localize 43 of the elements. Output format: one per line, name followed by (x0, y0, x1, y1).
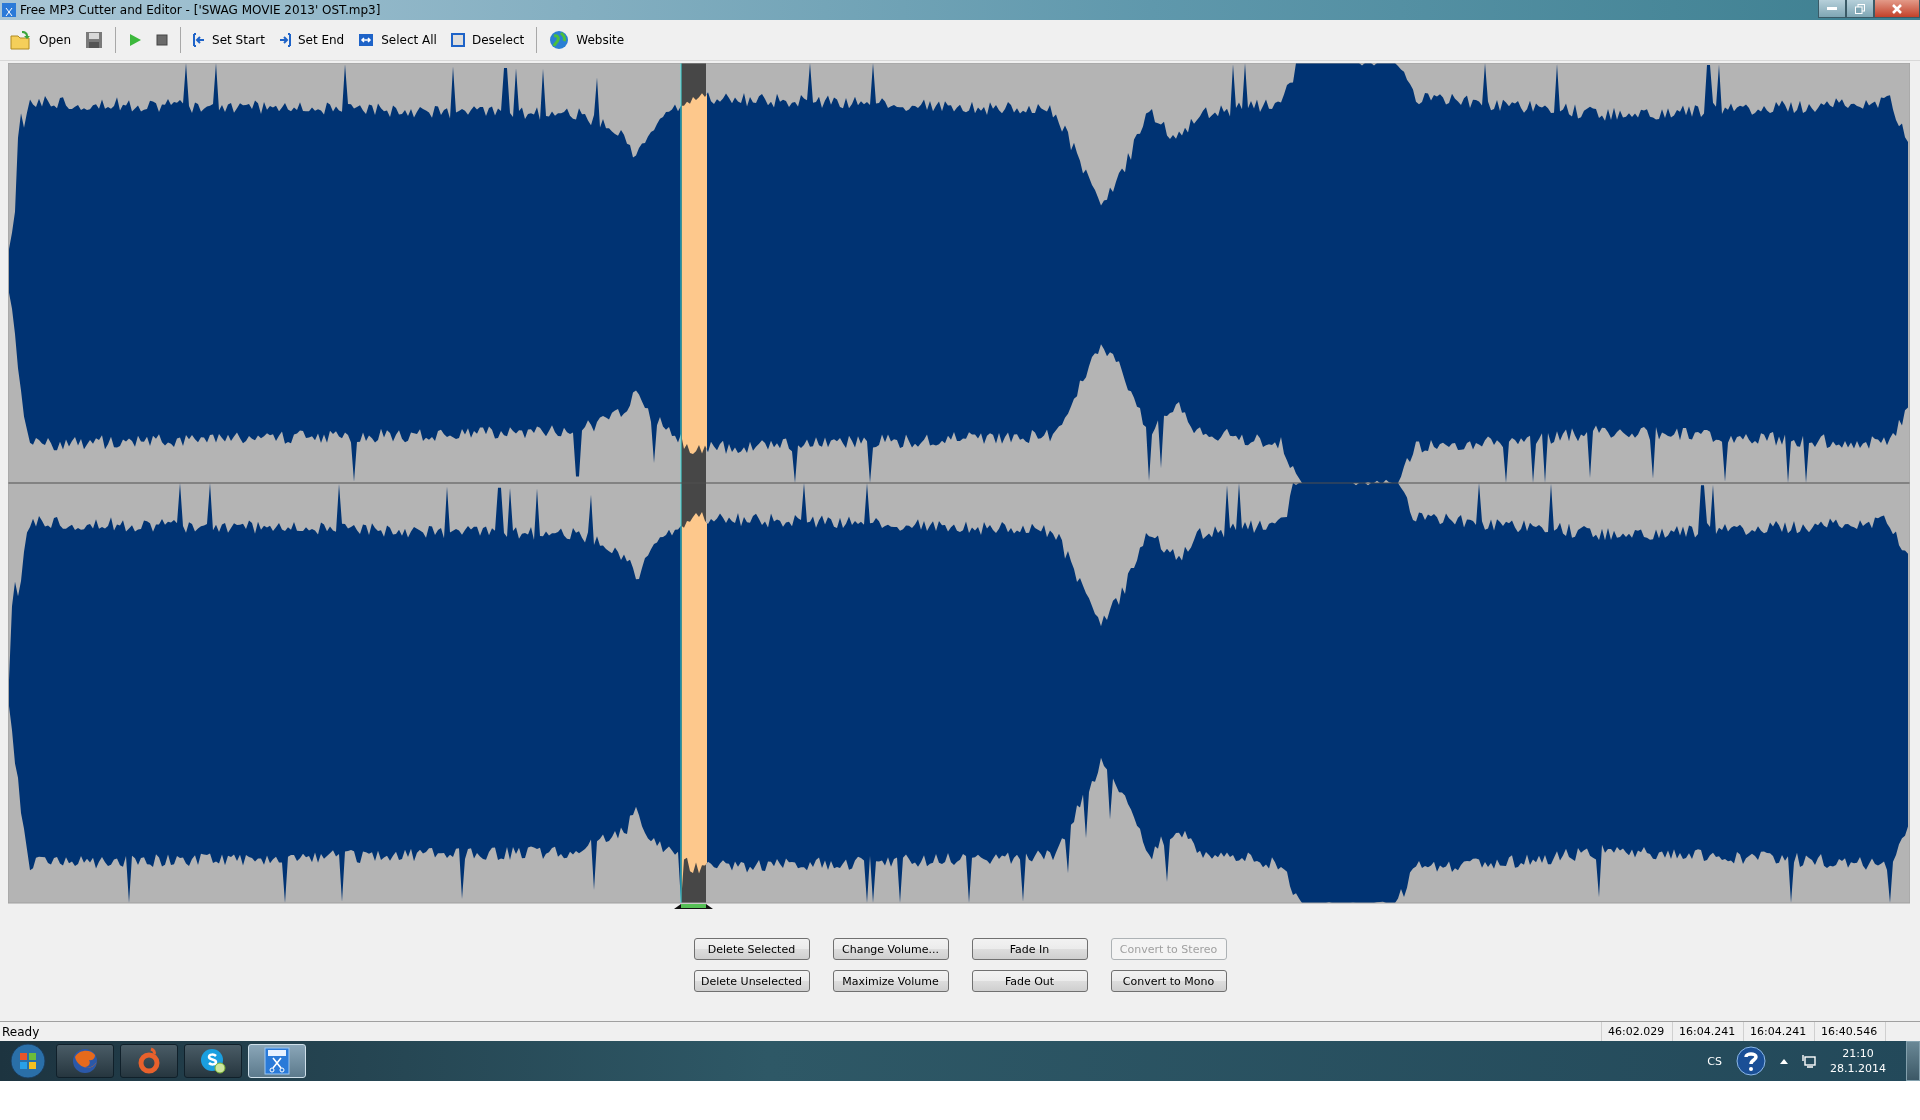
scissors-icon (2, 3, 16, 17)
scissors-icon (264, 1047, 290, 1075)
language-indicator[interactable]: CS (1707, 1054, 1722, 1068)
windows-orb-icon (10, 1043, 46, 1079)
folder-icon (10, 30, 32, 50)
action-button[interactable]: Maximize Volume (832, 970, 949, 992)
toolbar-button[interactable]: Website (543, 27, 631, 53)
action-button[interactable]: Change Volume... (832, 938, 949, 960)
minimize-button[interactable] (1818, 0, 1846, 18)
select-all-icon (358, 33, 375, 47)
restore-icon (1855, 3, 1865, 14)
show-desktop-button[interactable] (1906, 1041, 1920, 1081)
toolbar-button[interactable]: Open (4, 27, 78, 53)
bracket-arrow-icon (193, 33, 206, 47)
action-button[interactable]: Fade Out (971, 970, 1088, 992)
close-icon (1892, 3, 1902, 14)
fox-globe-icon (71, 1047, 99, 1075)
clock-date: 28.1.2014 (1830, 1061, 1886, 1076)
square-icon (450, 33, 465, 47)
clock-time: 21:10 (1842, 1046, 1874, 1061)
bracket-arrow-icon (278, 33, 291, 47)
ring-icon (136, 1047, 162, 1075)
stop-icon (156, 34, 169, 46)
maximize-button[interactable] (1846, 0, 1874, 18)
play-icon (128, 33, 143, 47)
chat-bubble-icon (199, 1047, 227, 1075)
network-icon[interactable] (1802, 1054, 1816, 1068)
window-title: Free MP3 Cutter and Editor - ['SWAG MOVIE 2013' OST.mp3] (20, 3, 381, 17)
toolbar-button[interactable]: Deselect (444, 30, 531, 50)
toolbar-button[interactable]: Set End (272, 30, 351, 50)
toolbar-button[interactable]: Select All (352, 30, 443, 50)
action-button[interactable]: Fade In (971, 938, 1088, 960)
close-button[interactable] (1874, 0, 1920, 18)
toolbar-button[interactable]: Set Start (187, 30, 271, 50)
minimize-icon (1827, 6, 1837, 11)
tray-expand-icon[interactable] (1780, 1058, 1788, 1064)
status-message: Ready (1, 1024, 41, 1039)
action-button[interactable]: Convert to Mono (1110, 970, 1227, 992)
taskbar-app[interactable] (184, 1044, 242, 1078)
action-button[interactable]: Delete Selected (693, 938, 810, 960)
help-icon[interactable] (1736, 1046, 1766, 1076)
action-button[interactable]: Delete Unselected (693, 970, 810, 992)
globe-icon (549, 30, 570, 50)
